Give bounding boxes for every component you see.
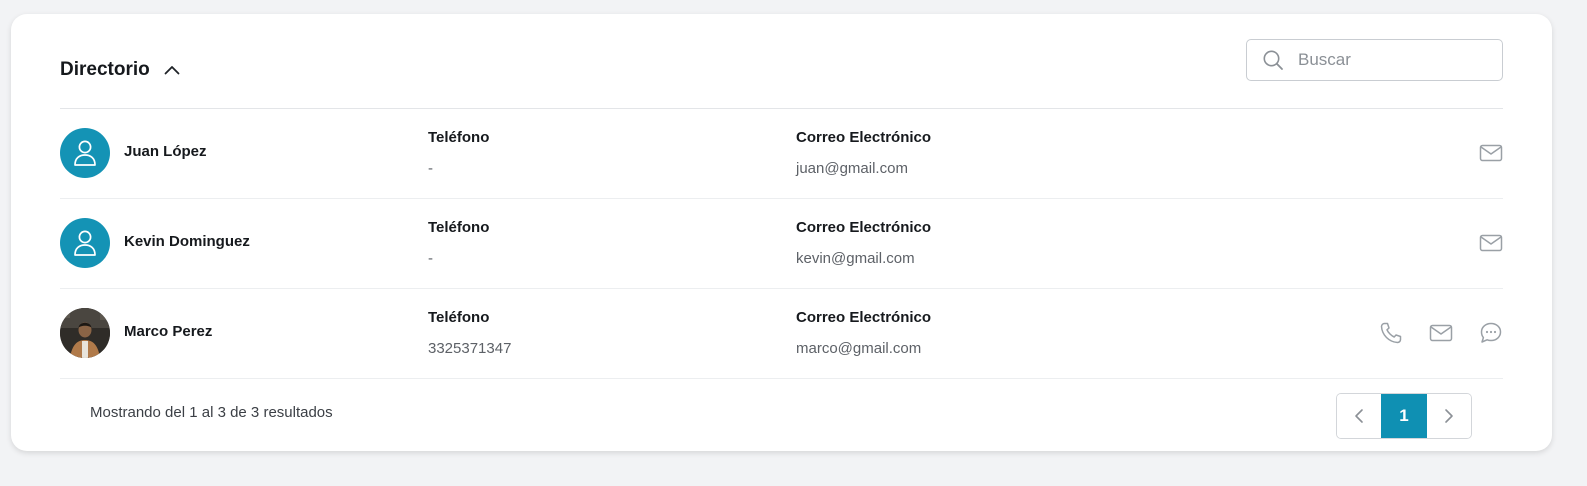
row-actions	[1479, 141, 1503, 165]
phone-value: 3325371347	[428, 340, 512, 357]
directory-card: Directorio Juan López Teléfono	[11, 14, 1552, 451]
contact-row-marco[interactable]: Marco Perez Teléfono 3325371347 Correo E…	[60, 289, 1503, 379]
email-value: kevin@gmail.com	[796, 250, 915, 267]
email-label: Correo Electrónico	[796, 309, 932, 326]
phone-column: Teléfono -	[428, 129, 489, 178]
chevron-up-icon	[164, 66, 180, 75]
row-actions	[1479, 231, 1503, 255]
email-column: Correo Electrónico marco@gmail.com	[796, 309, 931, 358]
phone-icon[interactable]	[1379, 321, 1403, 345]
results-summary: Mostrando del 1 al 3 de 3 resultados	[90, 404, 333, 421]
contact-row-juan[interactable]: Juan López Teléfono - Correo Electrónico…	[60, 109, 1503, 199]
user-icon	[74, 140, 96, 166]
search-box[interactable]	[1246, 39, 1503, 81]
email-value: juan@gmail.com	[796, 160, 908, 177]
phone-column: Teléfono 3325371347	[428, 309, 511, 358]
email-label: Correo Electrónico	[796, 219, 932, 236]
phone-label: Teléfono	[428, 219, 490, 236]
directory-title-toggle[interactable]: Directorio	[60, 59, 180, 81]
user-icon	[74, 230, 96, 256]
next-page-button[interactable]	[1427, 394, 1471, 438]
page-button-current[interactable]: 1	[1381, 394, 1427, 438]
avatar	[60, 218, 110, 268]
phone-column: Teléfono -	[428, 219, 489, 268]
pagination: 1	[1336, 393, 1472, 439]
phone-value: -	[428, 250, 433, 267]
page-title: Directorio	[60, 59, 150, 80]
phone-label: Teléfono	[428, 129, 490, 146]
contact-name: Kevin Dominguez	[124, 233, 250, 250]
email-column: Correo Electrónico kevin@gmail.com	[796, 219, 931, 268]
phone-label: Teléfono	[428, 309, 490, 326]
chevron-left-icon	[1355, 409, 1363, 423]
contact-row-kevin[interactable]: Kevin Dominguez Teléfono - Correo Electr…	[60, 199, 1503, 289]
avatar-photo	[60, 308, 110, 358]
email-value: marco@gmail.com	[796, 340, 922, 357]
phone-value: -	[428, 160, 433, 177]
search-input[interactable]	[1296, 49, 1490, 71]
mail-icon[interactable]	[1479, 231, 1503, 255]
directory-header: Directorio	[60, 38, 1503, 109]
chat-icon[interactable]	[1479, 321, 1503, 345]
contact-list: Juan López Teléfono - Correo Electrónico…	[60, 109, 1503, 379]
mail-icon[interactable]	[1429, 321, 1453, 345]
email-column: Correo Electrónico juan@gmail.com	[796, 129, 931, 178]
row-actions	[1379, 321, 1503, 345]
avatar	[60, 128, 110, 178]
contact-name: Juan López	[124, 143, 207, 160]
prev-page-button[interactable]	[1337, 394, 1381, 438]
contact-name: Marco Perez	[124, 323, 213, 340]
mail-icon[interactable]	[1479, 141, 1503, 165]
chevron-right-icon	[1445, 409, 1453, 423]
search-icon	[1263, 50, 1283, 70]
email-label: Correo Electrónico	[796, 129, 932, 146]
profile-photo	[60, 308, 110, 358]
